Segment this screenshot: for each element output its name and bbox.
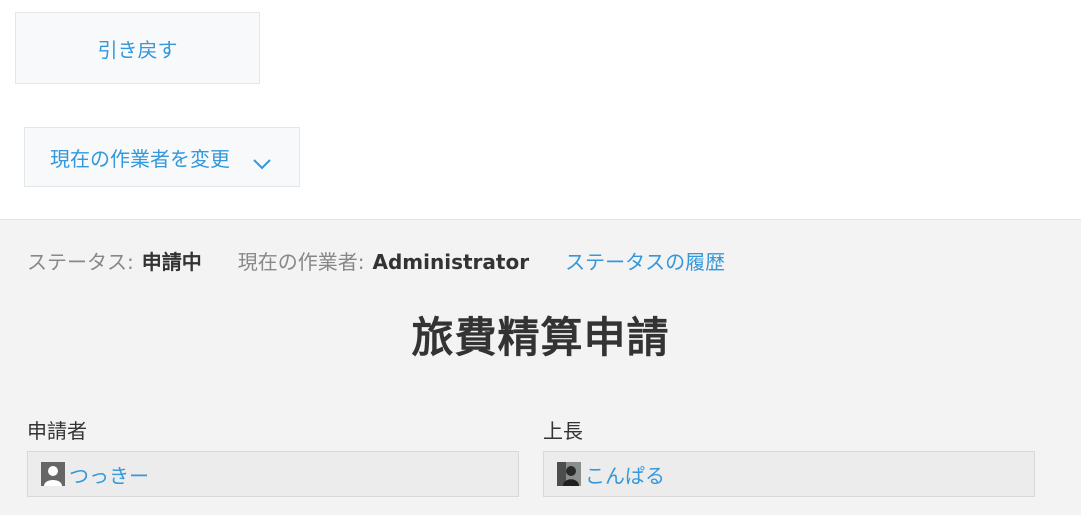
assignee-value: Administrator	[372, 250, 530, 274]
manager-field: こんぱる	[543, 451, 1035, 497]
applicant-field: つっきー	[27, 451, 519, 497]
revert-button-label: 引き戻す	[97, 37, 178, 62]
status-label: ステータス:	[27, 250, 134, 274]
user-avatar-icon	[41, 462, 65, 486]
form-title: 旅費精算申請	[411, 313, 670, 362]
record-panel: ステータス: 申請中 現在の作業者: Administrator ステータスの履…	[0, 219, 1081, 515]
change-assignee-button[interactable]: 現在の作業者を変更	[24, 127, 300, 187]
change-assignee-label: 現在の作業者を変更	[50, 146, 230, 171]
manager-user-link[interactable]: こんぱる	[585, 460, 665, 489]
assignee-label: 現在の作業者:	[237, 250, 365, 274]
status-line: ステータス: 申請中 現在の作業者: Administrator ステータスの履…	[27, 246, 725, 275]
action-bar: 引き戻す 現在の作業者を変更	[0, 0, 1081, 219]
status-value: 申請中	[141, 250, 202, 274]
applicant-user-link[interactable]: つっきー	[69, 460, 149, 489]
revert-button[interactable]: 引き戻す	[15, 12, 260, 84]
manager-label: 上長	[543, 419, 583, 443]
chevron-down-icon	[252, 151, 272, 170]
user-photo-icon	[557, 462, 581, 486]
status-history-link[interactable]: ステータスの履歴	[565, 246, 725, 275]
applicant-label: 申請者	[27, 419, 87, 443]
